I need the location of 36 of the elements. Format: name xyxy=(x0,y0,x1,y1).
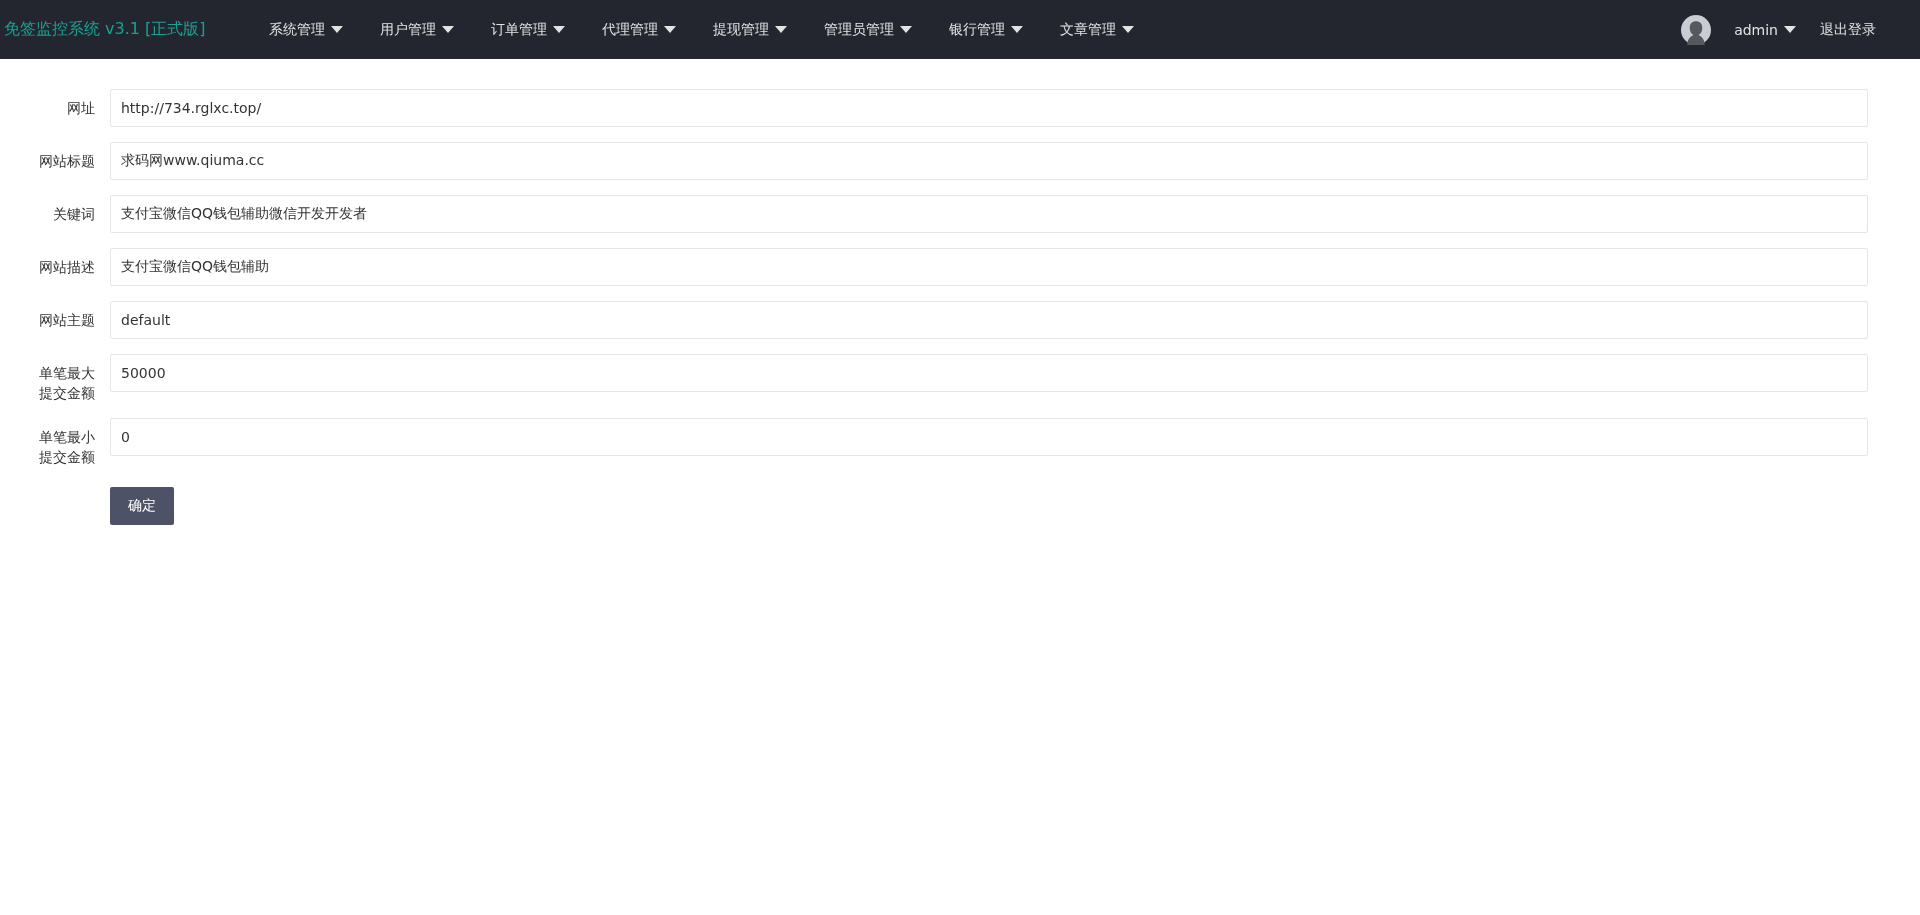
caret-icon xyxy=(1121,26,1134,33)
input-field[interactable]: 支付宝微信QQ钱包辅助 xyxy=(110,248,1868,286)
nav-menu-item[interactable]: 订单管理 xyxy=(490,20,579,39)
input-field[interactable]: 求码网www.qiuma.cc xyxy=(110,142,1868,180)
caret-icon xyxy=(663,26,676,33)
input-field[interactable]: 0 xyxy=(110,418,1868,456)
field-label: 单笔最大提交金额 xyxy=(39,365,95,401)
caret-icon xyxy=(441,26,454,33)
nav-menu-item[interactable]: 系统管理 xyxy=(268,20,357,39)
caret-icon xyxy=(1010,26,1023,33)
field-label: 关键词 xyxy=(53,206,95,222)
caret-icon xyxy=(774,26,787,33)
field-label: 网址 xyxy=(67,100,95,116)
submit-button[interactable]: 确定 xyxy=(110,487,174,525)
nav-menu-item[interactable]: 代理管理 xyxy=(601,20,690,39)
input-field[interactable]: 支付宝微信QQ钱包辅助微信开发开发者 xyxy=(110,195,1868,233)
nav-menu-item[interactable]: 管理员管理 xyxy=(823,20,926,39)
input-field[interactable]: http://734.rglxc.top/ xyxy=(110,89,1868,127)
input-field[interactable]: 50000 xyxy=(110,354,1868,392)
caret-icon xyxy=(330,26,343,33)
caret-icon xyxy=(899,26,912,33)
field-label: 网站描述 xyxy=(39,259,95,275)
caret-icon xyxy=(1784,26,1796,33)
field-label: 单笔最小提交金额 xyxy=(39,429,95,465)
input-field[interactable]: default xyxy=(110,301,1868,339)
avatar-icon[interactable] xyxy=(1681,14,1712,45)
nav-menu-item[interactable]: 用户管理 xyxy=(379,20,468,39)
nav-menu-item[interactable]: 银行管理 xyxy=(948,20,1037,39)
nav-menu-item[interactable]: 提现管理 xyxy=(712,20,801,39)
field-label: 网站主题 xyxy=(39,312,95,328)
nav-menu-item[interactable]: 文章管理 xyxy=(1059,20,1148,39)
user-menu[interactable]: admin xyxy=(1734,21,1810,38)
logout-link[interactable]: 退出登录 xyxy=(1820,20,1876,39)
brand-title[interactable]: 免签监控系统 v3.1 [正式版] xyxy=(4,19,206,40)
field-label: 网站标题 xyxy=(39,153,95,169)
caret-icon xyxy=(552,26,565,33)
